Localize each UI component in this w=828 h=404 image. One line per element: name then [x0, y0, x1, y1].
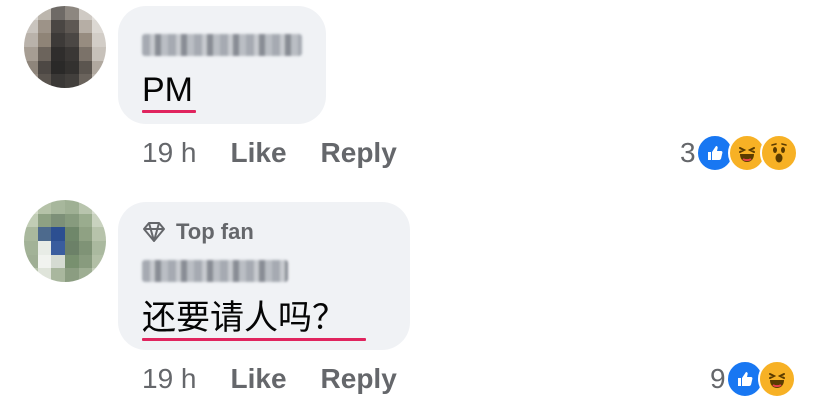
comment-text: 还要请人吗？ — [142, 299, 346, 337]
top-fan-badge: Top fan — [142, 218, 254, 246]
reaction-count: 9 — [710, 363, 726, 394]
avatar[interactable] — [24, 200, 106, 282]
haha-reaction-icon — [757, 360, 796, 398]
comment-actions: 19 h Like Reply — [142, 363, 431, 395]
timestamp[interactable]: 19 h — [142, 363, 197, 395]
like-button[interactable]: Like — [231, 363, 287, 395]
spellcheck-underline — [142, 338, 366, 341]
diamond-icon — [143, 222, 165, 242]
comment-2: Top fan 还要请人吗？ 19 h Like Reply 9 — [0, 0, 828, 404]
top-fan-label: Top fan — [176, 219, 254, 244]
reply-button[interactable]: Reply — [321, 363, 397, 395]
reactions-summary[interactable]: 9 — [710, 360, 796, 398]
author-name-blurred[interactable] — [142, 260, 288, 282]
